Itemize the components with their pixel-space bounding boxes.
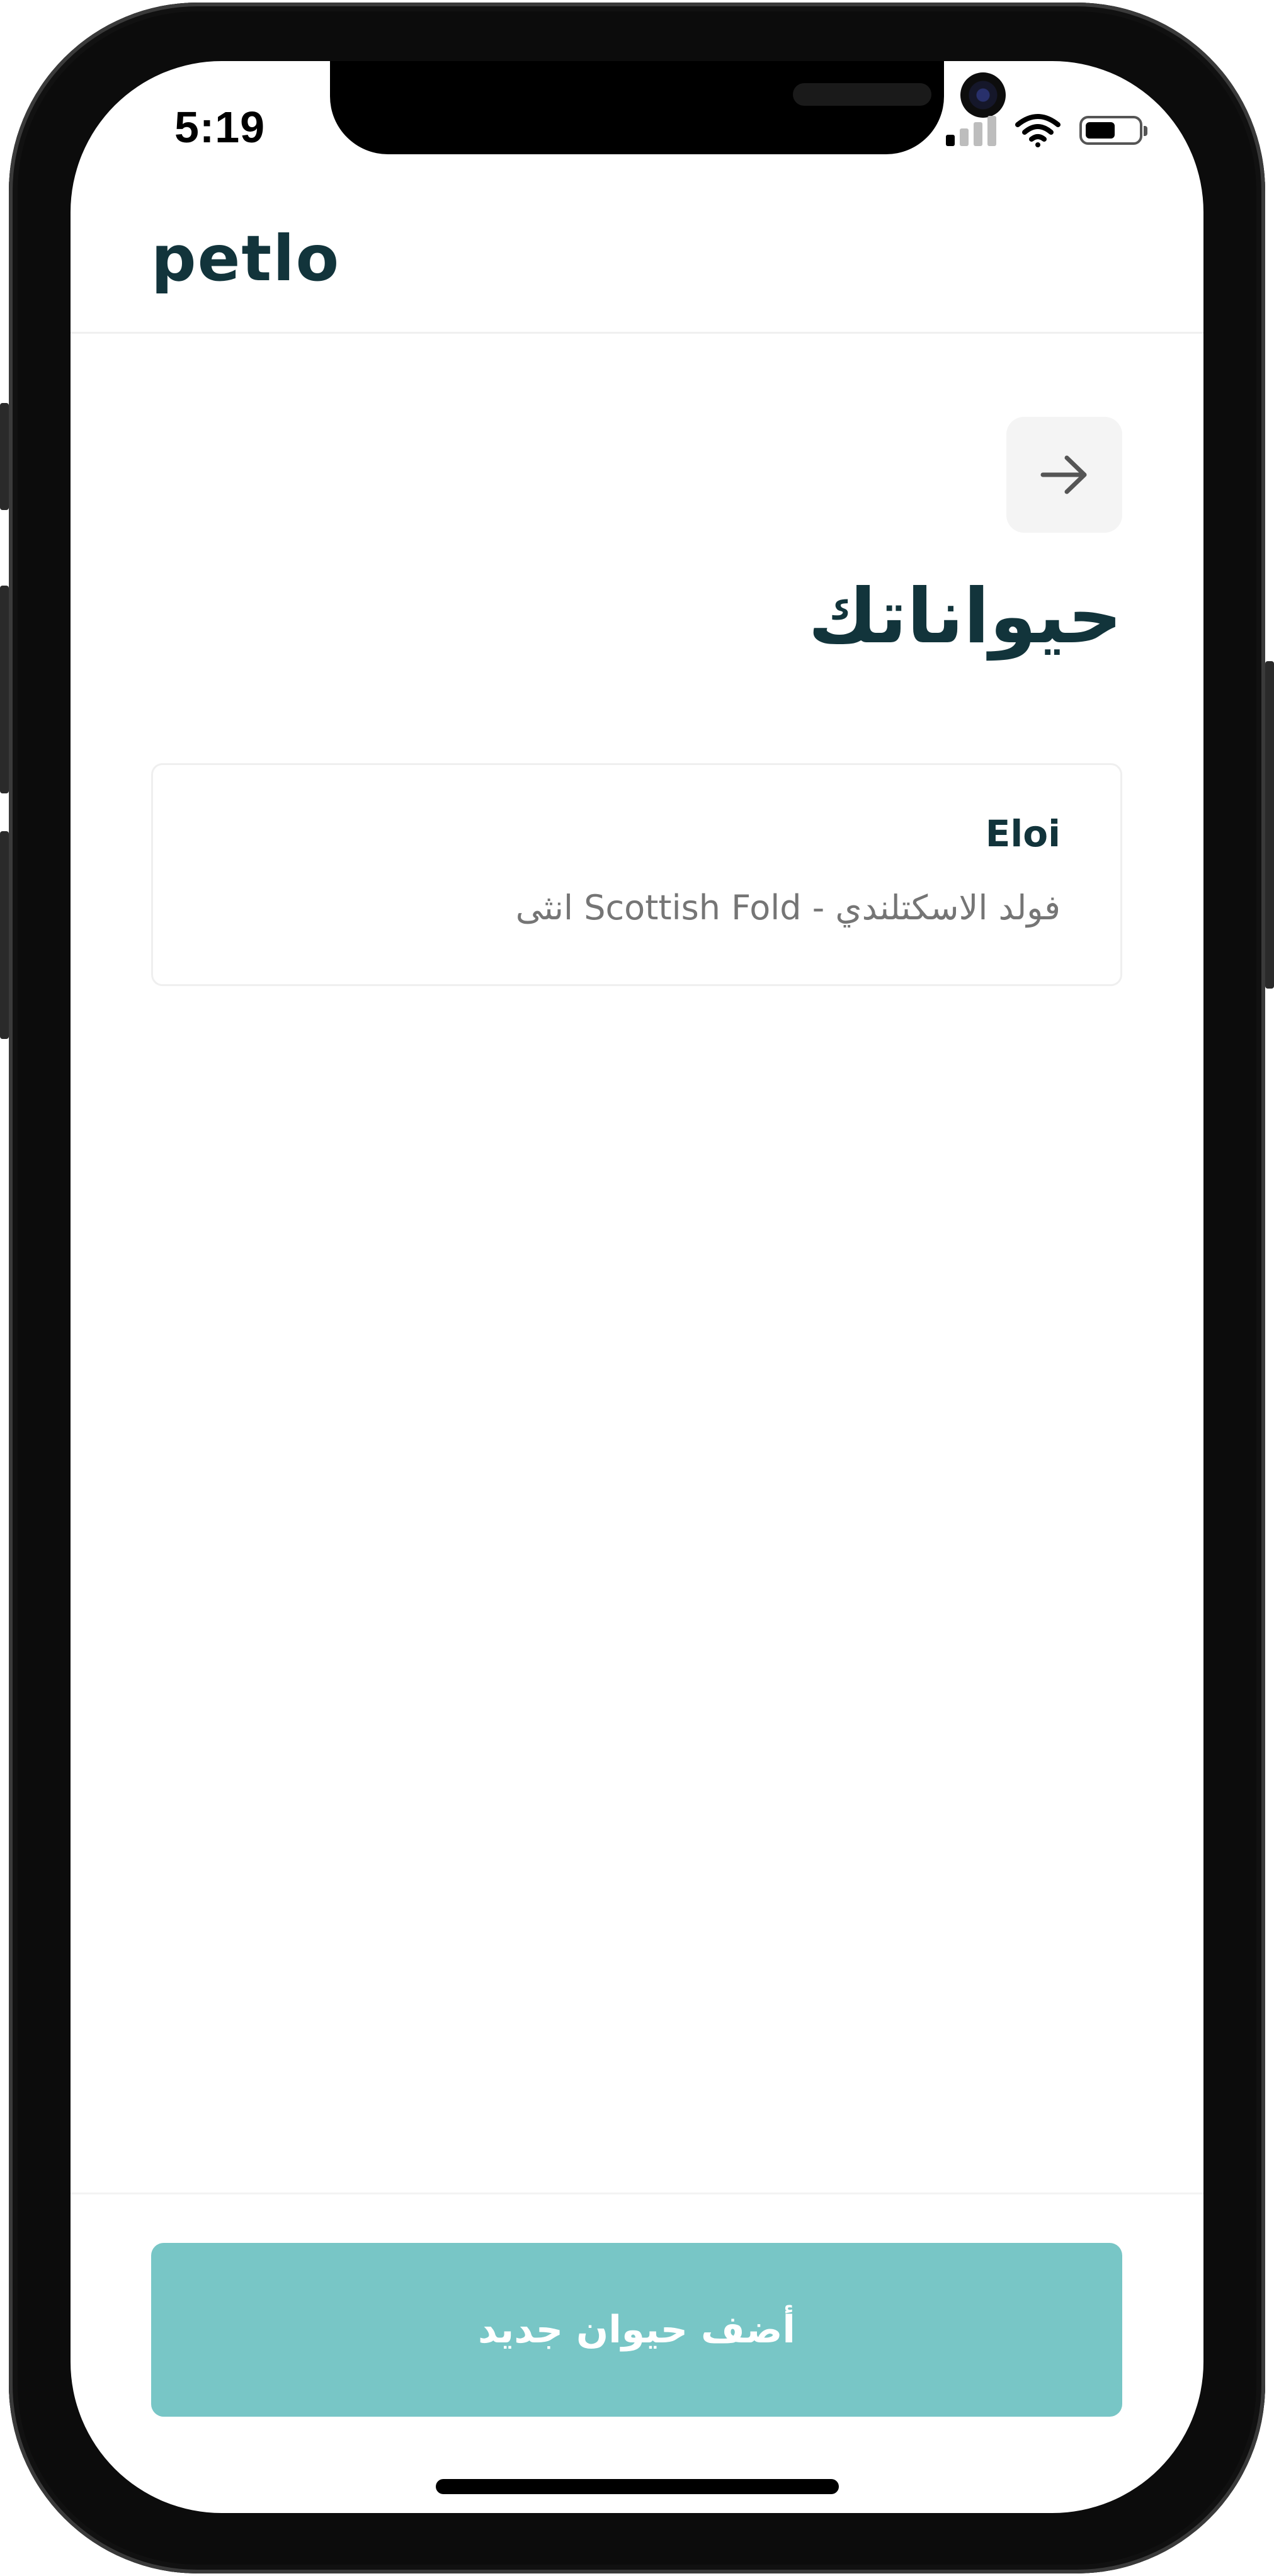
footer-divider bbox=[71, 2193, 1203, 2194]
page-title: حيواناتك bbox=[808, 573, 1122, 661]
battery-fill bbox=[1086, 122, 1115, 139]
arrow-right-icon bbox=[1040, 455, 1087, 494]
notch bbox=[330, 61, 1006, 154]
back-button[interactable] bbox=[1006, 417, 1122, 533]
status-time: 5:19 bbox=[174, 103, 266, 152]
pet-card[interactable]: Eloi فولد الاسكتلندي - Scottish Fold انث… bbox=[151, 763, 1122, 986]
status-icons bbox=[946, 108, 1147, 152]
wifi-icon bbox=[1015, 114, 1061, 147]
volume-up-button bbox=[0, 586, 9, 793]
volume-down-button bbox=[0, 831, 9, 1039]
header-divider bbox=[71, 332, 1203, 334]
battery-icon bbox=[1079, 116, 1147, 145]
power-button bbox=[1265, 661, 1274, 989]
pet-name: Eloi bbox=[985, 812, 1061, 855]
app-logo: petlo bbox=[151, 222, 341, 295]
device-frame: 5:19 petlo حيواناتك Eloi فولد الاسكتلندي… bbox=[0, 0, 1274, 2576]
cellular-signal-icon bbox=[946, 115, 996, 146]
silent-switch bbox=[0, 403, 9, 510]
pet-details: فولد الاسكتلندي - Scottish Fold انثى bbox=[515, 888, 1061, 928]
earpiece-speaker bbox=[793, 83, 931, 106]
home-indicator bbox=[436, 2479, 839, 2494]
add-new-pet-button[interactable]: أضف حيوان جديد bbox=[151, 2243, 1122, 2417]
